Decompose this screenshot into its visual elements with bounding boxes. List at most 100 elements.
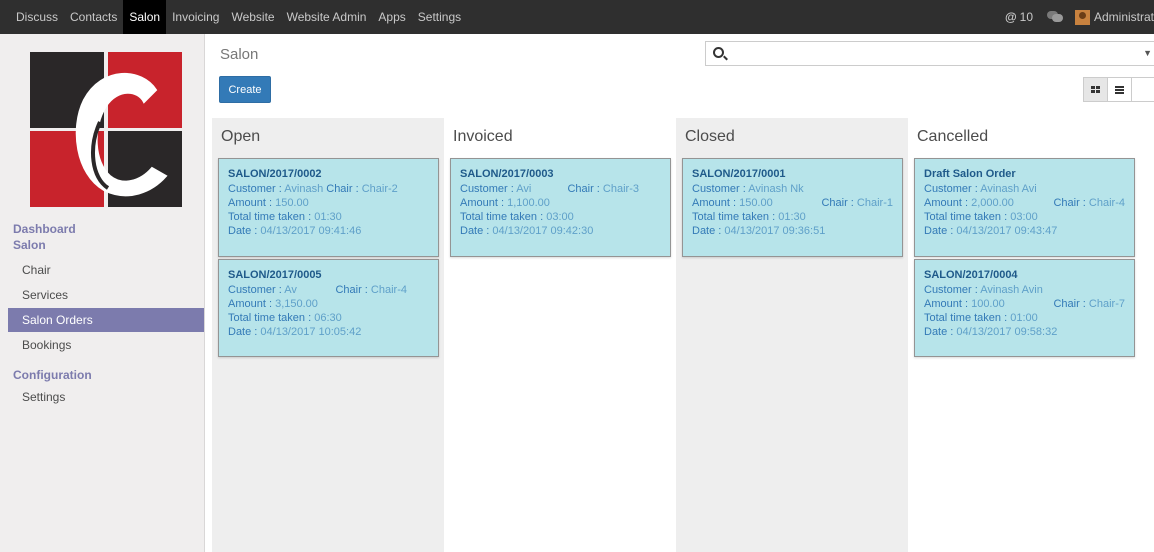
list-view-button[interactable] [1107, 77, 1132, 102]
kanban-card[interactable]: SALON/2017/0005 Customer : Av Chair : Cha… [218, 259, 439, 357]
search-icon [713, 47, 724, 58]
customer-value: Av [284, 284, 297, 296]
time-value: 03:00 [1010, 211, 1038, 223]
date-label: Date : [228, 326, 261, 338]
sidebar: Dashboard Salon Chair Services Salon Ord… [0, 34, 205, 552]
kanban-column-invoiced: Invoiced SALON/2017/0003 Customer : Avi C… [444, 118, 676, 552]
kanban-icon [1091, 86, 1100, 93]
kanban-card[interactable]: SALON/2017/0004 Customer : Avinash Avin … [914, 259, 1135, 357]
sidebar-item-chair[interactable]: Chair [8, 258, 204, 282]
user-menu[interactable]: Administrator [1094, 10, 1154, 24]
time-value: 06:30 [314, 312, 342, 324]
date-label: Date : [692, 225, 725, 237]
kanban-card[interactable]: SALON/2017/0003 Customer : Avi Chair : Ch… [450, 158, 671, 257]
chair-value: Chair-4 [370, 284, 407, 296]
sidebar-item-services[interactable]: Services [8, 283, 204, 307]
menu-salon[interactable]: Salon [123, 0, 167, 34]
kanban-card[interactable]: SALON/2017/0002 Customer : Avinash Chair… [218, 158, 439, 257]
list-icon [1115, 85, 1124, 94]
date-label: Date : [924, 326, 957, 338]
chair-label: Chair : [335, 284, 371, 296]
view-switcher [1083, 77, 1154, 102]
time-value: 01:00 [1010, 312, 1038, 324]
chair-label: Chair : [1053, 197, 1089, 209]
chair-label: Chair : [1053, 298, 1089, 310]
notifications-button[interactable]: @ 10 [1005, 10, 1033, 24]
amount-value: 2,000.00 [971, 197, 1014, 209]
customer-value: Avinash Avi [980, 183, 1037, 195]
chair-label: Chair : [567, 183, 603, 195]
search-input[interactable]: ▼ [705, 41, 1154, 66]
menu-contacts[interactable]: Contacts [64, 0, 123, 34]
column-title: Cancelled [917, 128, 989, 145]
avatar[interactable] [1075, 9, 1090, 25]
order-reference: SALON/2017/0001 [692, 168, 786, 180]
calendar-view-button[interactable] [1131, 77, 1154, 102]
customer-value: Avinash [284, 183, 324, 195]
date-value: 04/13/2017 09:41:46 [260, 225, 362, 237]
chair-label: Chair : [821, 197, 857, 209]
chair-value: Chair-3 [602, 183, 639, 195]
column-title: Open [221, 128, 261, 145]
date-label: Date : [460, 225, 493, 237]
kanban-column-cancelled: Cancelled Draft Salon Order Customer : A… [908, 118, 1154, 552]
menu-website-admin[interactable]: Website Admin [281, 0, 373, 34]
time-label: Total time taken : [924, 312, 1011, 324]
amount-value: 1,100.00 [507, 197, 550, 209]
kanban-column-closed: Closed SALON/2017/0001 Customer : Avinas… [676, 118, 908, 552]
sidebar-heading-dashboard[interactable]: Dashboard [13, 222, 76, 236]
customer-label: Customer : [924, 183, 981, 195]
menu-settings[interactable]: Settings [412, 0, 467, 34]
chair-value: Chair-2 [361, 183, 398, 195]
column-title: Closed [685, 128, 735, 145]
create-button[interactable]: Create [219, 76, 271, 103]
amount-label: Amount : [228, 298, 276, 310]
date-label: Date : [228, 225, 261, 237]
date-value: 04/13/2017 09:58:32 [956, 326, 1058, 338]
menu-website[interactable]: Website [225, 0, 280, 34]
date-value: 04/13/2017 09:42:30 [492, 225, 594, 237]
chat-icon[interactable] [1047, 11, 1063, 23]
order-reference: SALON/2017/0003 [460, 168, 554, 180]
time-label: Total time taken : [460, 211, 547, 223]
amount-label: Amount : [924, 197, 972, 209]
amount-label: Amount : [228, 197, 276, 209]
top-navbar: Discuss Contacts Salon Invoicing Website… [0, 0, 1154, 34]
amount-value: 3,150.00 [275, 298, 318, 310]
date-label: Date : [924, 225, 957, 237]
time-label: Total time taken : [692, 211, 779, 223]
column-title: Invoiced [453, 128, 513, 145]
notification-count: 10 [1019, 10, 1033, 24]
sidebar-item-bookings[interactable]: Bookings [8, 333, 204, 357]
amount-value: 100.00 [971, 298, 1005, 310]
sidebar-item-settings[interactable]: Settings [8, 385, 204, 409]
chair-label: Chair : [326, 183, 362, 195]
time-value: 01:30 [314, 211, 342, 223]
time-value: 01:30 [778, 211, 806, 223]
amount-label: Amount : [460, 197, 508, 209]
at-icon: @ [1004, 10, 1017, 24]
customer-value: Avi [516, 183, 532, 195]
sidebar-item-salon-orders[interactable]: Salon Orders [8, 308, 204, 332]
chair-value: Chair-7 [1088, 298, 1125, 310]
sidebar-heading-salon: Salon [13, 238, 46, 252]
kanban-view-button[interactable] [1083, 77, 1108, 102]
menu-discuss[interactable]: Discuss [10, 0, 64, 34]
date-value: 04/13/2017 10:05:42 [260, 326, 362, 338]
time-label: Total time taken : [228, 211, 315, 223]
amount-label: Amount : [692, 197, 740, 209]
chair-value: Chair-1 [856, 197, 893, 209]
kanban-card[interactable]: Draft Salon Order Customer : Avinash Avi… [914, 158, 1135, 257]
menu-apps[interactable]: Apps [372, 0, 411, 34]
app-menu: Discuss Contacts Salon Invoicing Website… [10, 0, 467, 34]
order-reference: SALON/2017/0005 [228, 269, 322, 281]
kanban-column-open: Open SALON/2017/0002 Customer : Avinash … [212, 118, 444, 552]
time-label: Total time taken : [228, 312, 315, 324]
chevron-down-icon[interactable]: ▼ [1143, 48, 1152, 58]
kanban-card[interactable]: SALON/2017/0001 Customer : Avinash Nk Am… [682, 158, 903, 257]
company-logo [30, 52, 182, 207]
order-reference: Draft Salon Order [924, 168, 1016, 180]
date-value: 04/13/2017 09:36:51 [724, 225, 826, 237]
menu-invoicing[interactable]: Invoicing [166, 0, 225, 34]
customer-label: Customer : [228, 183, 285, 195]
